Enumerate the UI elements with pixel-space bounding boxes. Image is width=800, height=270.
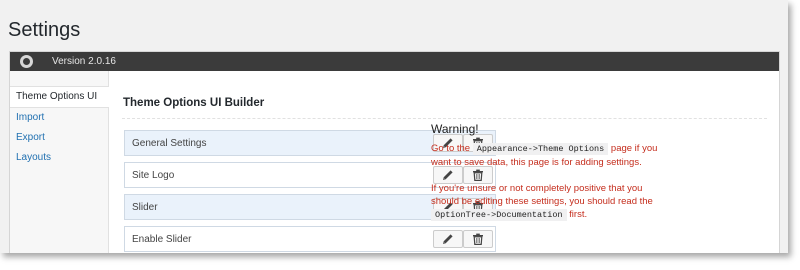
warning-text: Go to the xyxy=(431,143,471,154)
delete-button[interactable] xyxy=(463,230,493,248)
theme-logo-icon xyxy=(20,55,33,68)
edit-button[interactable] xyxy=(433,230,463,248)
menu-path-code: Appearance->Theme Options xyxy=(472,143,609,155)
settings-window: Settings Version 2.0.16 Theme Options UI… xyxy=(0,0,788,253)
warning-text-1: Go to the Appearance->Theme Options page… xyxy=(431,142,666,169)
builder-title: Theme Options UI Builder xyxy=(123,97,265,109)
setting-label: Enable Slider xyxy=(132,234,192,245)
divider xyxy=(122,118,767,119)
warning-box: Warning! Go to the Appearance->Theme Opt… xyxy=(431,122,666,222)
warning-text: first. xyxy=(569,209,588,220)
pencil-icon xyxy=(443,234,453,244)
version-label: Version 2.0.16 xyxy=(52,56,116,67)
version-bar: Version 2.0.16 xyxy=(10,52,779,71)
documentation-code: OptionTree->Documentation xyxy=(431,209,567,221)
sidebar-item-export[interactable]: Export xyxy=(10,128,108,148)
setting-row-enable-slider[interactable]: Enable Slider xyxy=(124,226,496,252)
warning-text-2: If you're unsure or not completely posit… xyxy=(431,182,666,222)
sidebar-item-layouts[interactable]: Layouts xyxy=(10,148,108,168)
sidebar-item-import[interactable]: Import xyxy=(10,108,108,128)
warning-text: If you're unsure or not completely posit… xyxy=(431,183,653,207)
warning-title: Warning! xyxy=(431,122,479,136)
sidebar: Theme Options UI Import Export Layouts xyxy=(10,71,109,253)
sidebar-item-theme-options-ui[interactable]: Theme Options UI xyxy=(10,86,109,108)
setting-label: Slider xyxy=(132,202,158,213)
setting-label: Site Logo xyxy=(132,170,175,181)
trash-icon xyxy=(473,233,483,245)
setting-label: General Settings xyxy=(132,138,207,149)
page-title: Settings xyxy=(8,19,81,41)
